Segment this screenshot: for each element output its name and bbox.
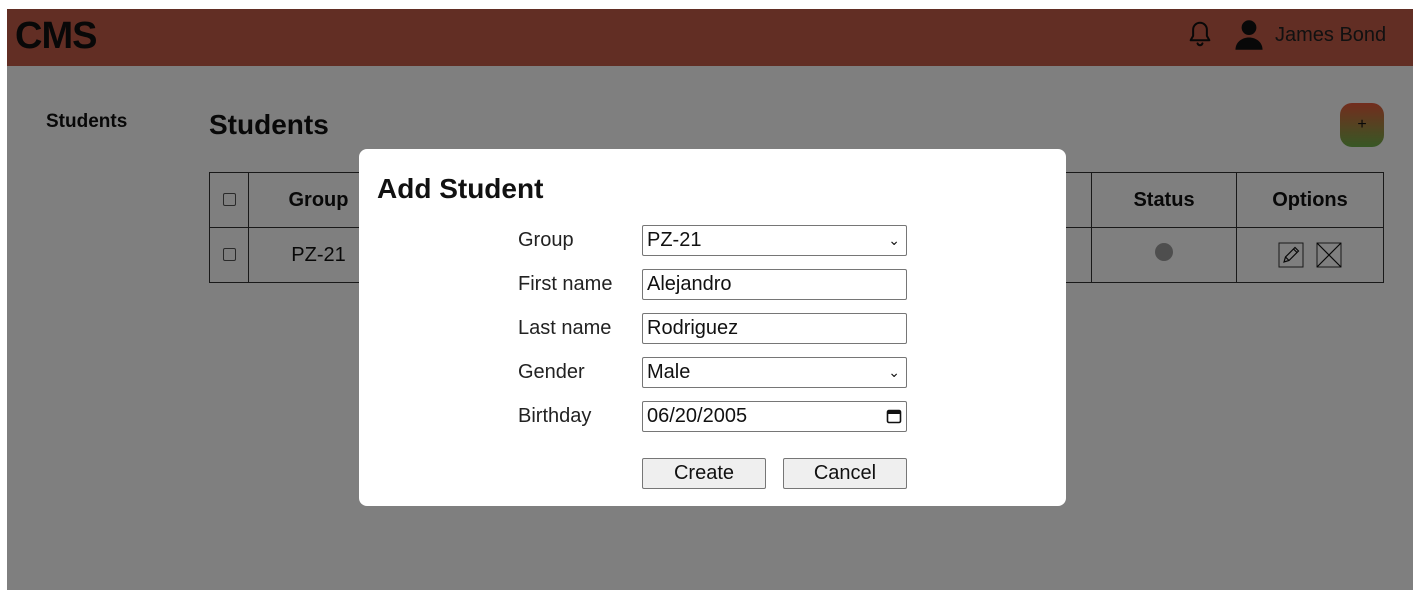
birthday-label: Birthday xyxy=(518,404,592,427)
group-value: PZ-21 xyxy=(647,228,702,251)
dialog-title: Add Student xyxy=(377,173,544,204)
create-button[interactable]: Create xyxy=(642,458,766,489)
birthday-value: 06/20/2005 xyxy=(647,404,748,427)
calendar-icon[interactable] xyxy=(886,408,902,424)
last-name-row: Last name Rodriguez xyxy=(518,312,907,344)
last-name-value: Rodriguez xyxy=(647,316,739,339)
birthday-row: Birthday 06/20/2005 xyxy=(518,400,907,432)
gender-label: Gender xyxy=(518,360,585,383)
first-name-row: First name Alejandro xyxy=(518,268,907,300)
chevron-down-icon: ⌄ xyxy=(888,231,900,248)
chevron-down-icon: ⌄ xyxy=(888,363,900,380)
app-root: CMS James Bond Students Students + Group… xyxy=(7,9,1413,590)
group-row: Group PZ-21 ⌄ xyxy=(518,224,907,256)
first-name-input[interactable]: Alejandro xyxy=(642,268,907,300)
first-name-label: First name xyxy=(518,272,613,295)
cancel-button[interactable]: Cancel xyxy=(783,458,907,489)
group-label: Group xyxy=(518,228,574,251)
last-name-label: Last name xyxy=(518,316,612,339)
add-student-dialog: Add Student Group PZ-21 ⌄ First name Ale… xyxy=(359,149,1066,506)
birthday-input[interactable]: 06/20/2005 xyxy=(642,400,907,432)
gender-row: Gender Male ⌄ xyxy=(518,356,907,388)
group-select[interactable]: PZ-21 ⌄ xyxy=(642,224,907,256)
gender-value: Male xyxy=(647,360,691,383)
last-name-input[interactable]: Rodriguez xyxy=(642,312,907,344)
first-name-value: Alejandro xyxy=(647,272,732,295)
gender-select[interactable]: Male ⌄ xyxy=(642,356,907,388)
